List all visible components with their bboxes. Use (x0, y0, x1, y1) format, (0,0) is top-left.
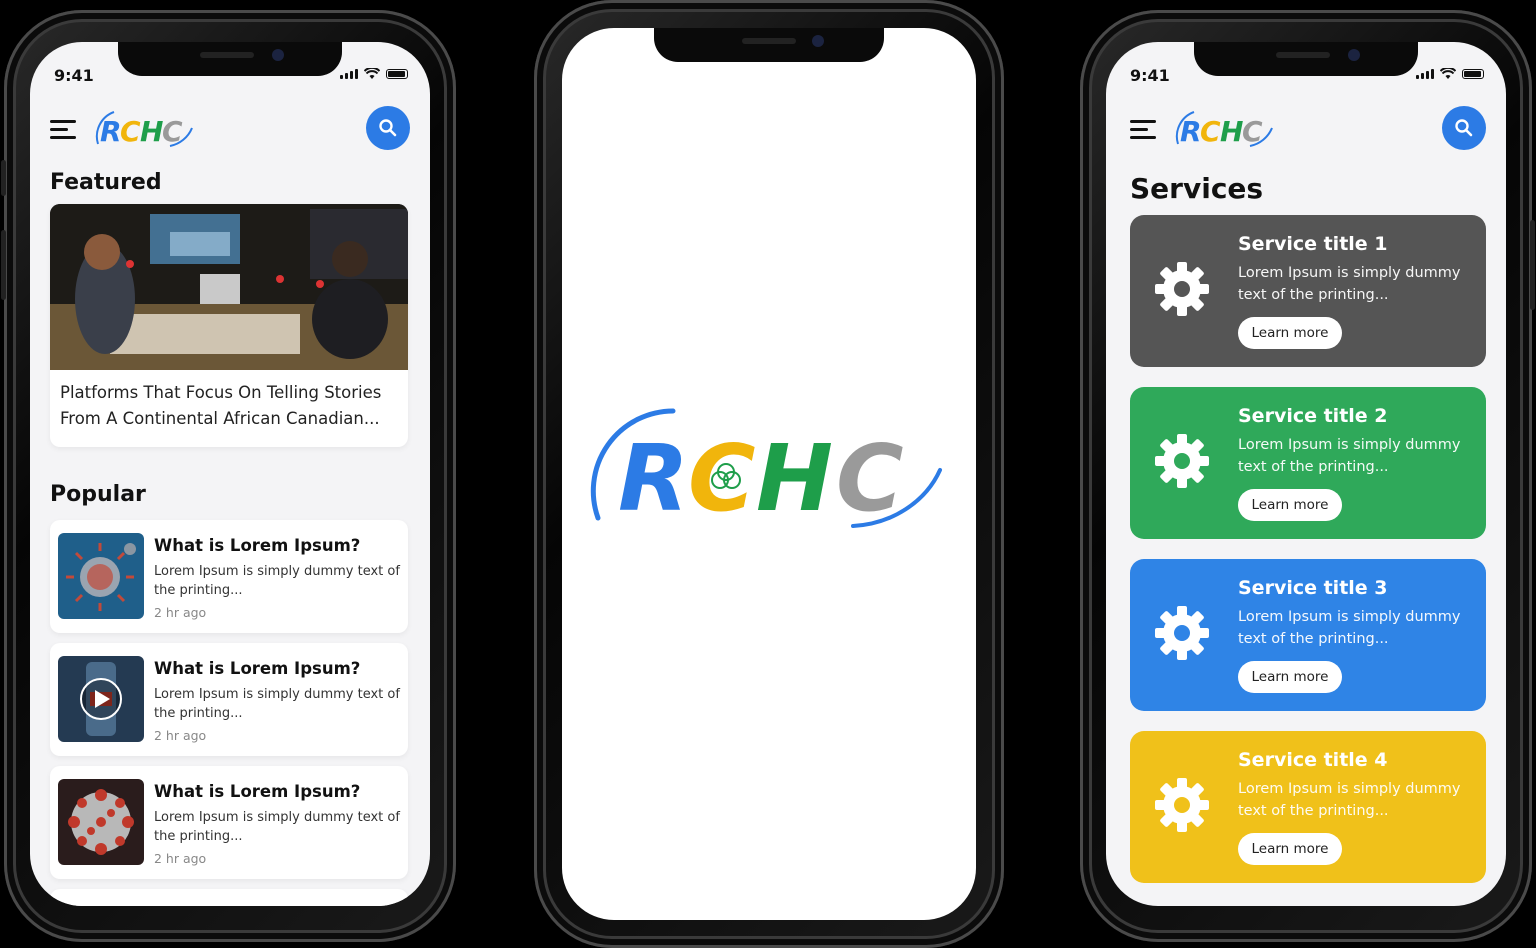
search-icon (379, 119, 397, 137)
list-item-title: What is Lorem Ipsum? (154, 536, 361, 555)
featured-card[interactable]: Platforms That Focus On Telling Stories … (50, 204, 408, 447)
list-item-time: 2 hr ago (154, 605, 207, 620)
service-desc: Lorem Ipsum is simply dummy text of the … (1238, 609, 1461, 647)
gear-icon (1155, 262, 1209, 316)
learn-more-button[interactable]: Learn more (1238, 833, 1342, 865)
list-item[interactable]: What is Lorem Ipsum? Lorem Ipsum is simp… (50, 766, 408, 879)
svg-text:C: C (120, 115, 141, 148)
learn-more-button[interactable]: Learn more (1238, 661, 1342, 693)
list-item-time: 2 hr ago (154, 728, 207, 743)
list-item-title: What is Lorem Ipsum? (154, 659, 361, 678)
service-desc: Lorem Ipsum is simply dummy text of the … (1238, 265, 1461, 303)
menu-icon[interactable] (50, 120, 76, 140)
video-thumbnail (58, 656, 144, 742)
gear-icon (1155, 778, 1209, 832)
gear-icon (1155, 606, 1209, 660)
service-title: Service title 2 (1238, 405, 1388, 427)
list-item[interactable] (50, 889, 408, 906)
status-time: 9:41 (54, 66, 94, 85)
list-item-time: 2 hr ago (154, 851, 207, 866)
popular-heading: Popular (50, 482, 146, 507)
signal-icon (340, 69, 358, 79)
signal-icon (1416, 69, 1434, 79)
featured-heading: Featured (50, 170, 162, 195)
phone-center: R C H C (534, 0, 1004, 948)
svg-text:H: H (756, 425, 833, 532)
notch (1194, 42, 1418, 76)
battery-icon (386, 69, 408, 79)
learn-more-button[interactable]: Learn more (1238, 317, 1342, 349)
service-title: Service title 1 (1238, 233, 1388, 255)
notch (118, 42, 342, 76)
service-desc: Lorem Ipsum is simply dummy text of the … (1238, 781, 1461, 819)
phone-left: 9:41 R C H C Featured Platforms That Foc… (1, 10, 456, 942)
phone-right: 9:41 R C H C Services Service title 1 Lo… (1080, 10, 1535, 942)
service-card-2[interactable]: Service title 2 Lorem Ipsum is simply du… (1130, 387, 1486, 539)
list-item[interactable]: What is Lorem Ipsum? Lorem Ipsum is simp… (50, 643, 408, 756)
list-item-desc: Lorem Ipsum is simply dummy text of the … (154, 564, 400, 598)
list-item[interactable]: What is Lorem Ipsum? Lorem Ipsum is simp… (50, 520, 408, 633)
services-heading: Services (1130, 172, 1264, 205)
svg-text:H: H (140, 115, 163, 148)
rchc-logo: R C H C (1168, 106, 1278, 158)
featured-image (50, 204, 408, 370)
notch (654, 28, 884, 62)
list-item-desc: Lorem Ipsum is simply dummy text of the … (154, 687, 400, 721)
service-title: Service title 3 (1238, 577, 1388, 599)
gear-icon (1155, 434, 1209, 488)
featured-title: Platforms That Focus On Telling Stories … (60, 383, 382, 428)
app-header: R C H C (50, 106, 410, 154)
virus-thumbnail (58, 779, 144, 865)
search-button[interactable] (1442, 106, 1486, 150)
splash-logo: R C H C (588, 408, 948, 538)
svg-text:C: C (1242, 115, 1263, 148)
svg-text:C: C (1200, 115, 1221, 148)
screen-right: 9:41 R C H C Services Service title 1 Lo… (1106, 42, 1506, 906)
wifi-icon (1440, 68, 1456, 79)
service-card-1[interactable]: Service title 1 Lorem Ipsum is simply du… (1130, 215, 1486, 367)
search-button[interactable] (366, 106, 410, 150)
status-time: 9:41 (1130, 66, 1170, 85)
svg-text:C: C (836, 425, 904, 532)
wifi-icon (364, 68, 380, 79)
status-icons (340, 68, 408, 80)
service-desc: Lorem Ipsum is simply dummy text of the … (1238, 437, 1461, 475)
rchc-logo: R C H C (88, 106, 198, 158)
svg-text:R: R (100, 115, 121, 148)
menu-icon[interactable] (1130, 120, 1156, 140)
battery-icon (1462, 69, 1484, 79)
svg-text:C: C (162, 115, 183, 148)
app-header: R C H C (1130, 106, 1486, 154)
service-card-4[interactable]: Service title 4 Lorem Ipsum is simply du… (1130, 731, 1486, 883)
status-icons (1416, 68, 1484, 80)
virus-thumbnail (58, 533, 144, 619)
svg-text:R: R (1180, 115, 1201, 148)
service-title: Service title 4 (1238, 749, 1388, 771)
learn-more-button[interactable]: Learn more (1238, 489, 1342, 521)
screen-left: 9:41 R C H C Featured Platforms That Foc… (30, 42, 430, 906)
screen-center: R C H C (562, 28, 976, 920)
svg-text:R: R (618, 425, 689, 532)
list-item-title: What is Lorem Ipsum? (154, 782, 361, 801)
svg-text:H: H (1220, 115, 1243, 148)
service-card-3[interactable]: Service title 3 Lorem Ipsum is simply du… (1130, 559, 1486, 711)
search-icon (1455, 119, 1473, 137)
list-item-desc: Lorem Ipsum is simply dummy text of the … (154, 810, 400, 844)
